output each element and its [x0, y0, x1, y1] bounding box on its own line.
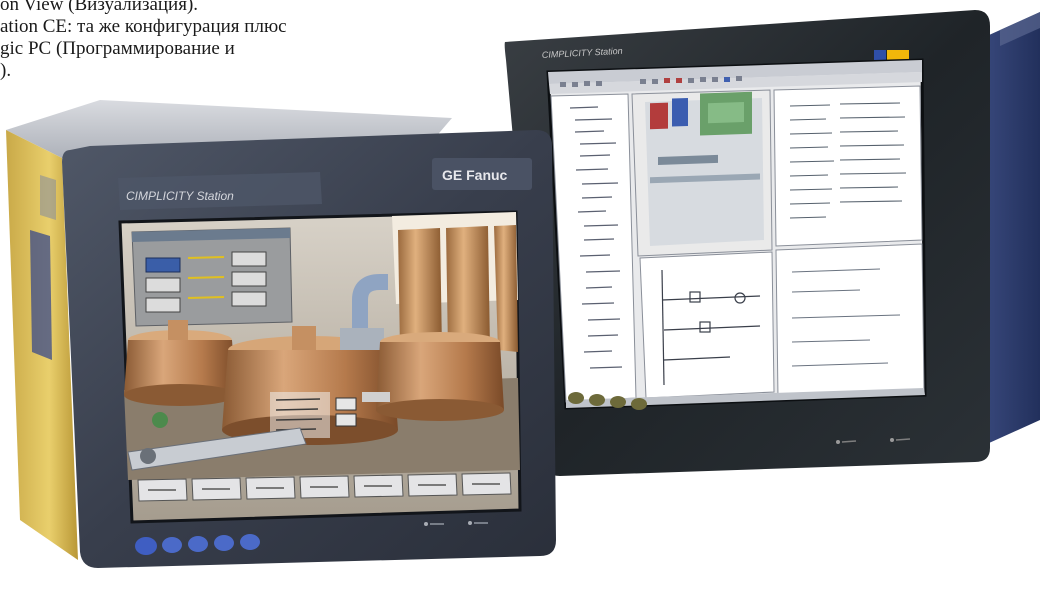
dialog-button	[231, 251, 267, 267]
front-brand-plate: CIMPLICITY Station	[118, 172, 322, 210]
help-key-icon	[240, 534, 260, 550]
control-dialog	[131, 227, 293, 327]
rear-panel: CIMPLICITY Station	[504, 10, 1040, 476]
dialog-button	[145, 257, 181, 273]
function-key	[589, 394, 605, 406]
front-brand-logo: CIMPLICITY Station	[126, 189, 234, 203]
ladder-logic-window	[639, 251, 775, 399]
output-window	[775, 243, 925, 399]
home-key-icon	[135, 537, 157, 555]
project-tree-pane	[550, 93, 637, 403]
status-led	[890, 438, 894, 442]
vendor-logo: GE Fanuc	[442, 167, 508, 183]
arrow-key-icon	[188, 536, 208, 552]
function-key	[610, 396, 626, 408]
dialog-button	[145, 277, 181, 293]
function-key	[568, 392, 584, 404]
front-panel: CIMPLICITY Station GE Fanuc	[6, 100, 556, 568]
status-led	[424, 522, 428, 526]
status-led	[836, 440, 840, 444]
data-window	[773, 85, 923, 247]
product-photo: CIMPLICITY Station CIMPLICITY Station GE…	[6, 10, 1040, 568]
dialog-button	[231, 291, 267, 307]
hand-key-icon	[214, 535, 234, 551]
status-led	[468, 521, 472, 525]
dialog-button	[145, 297, 181, 313]
dialog-button	[231, 271, 267, 287]
keyboard-key-icon	[162, 537, 182, 553]
valve-icon	[152, 412, 168, 428]
function-key	[631, 398, 647, 410]
